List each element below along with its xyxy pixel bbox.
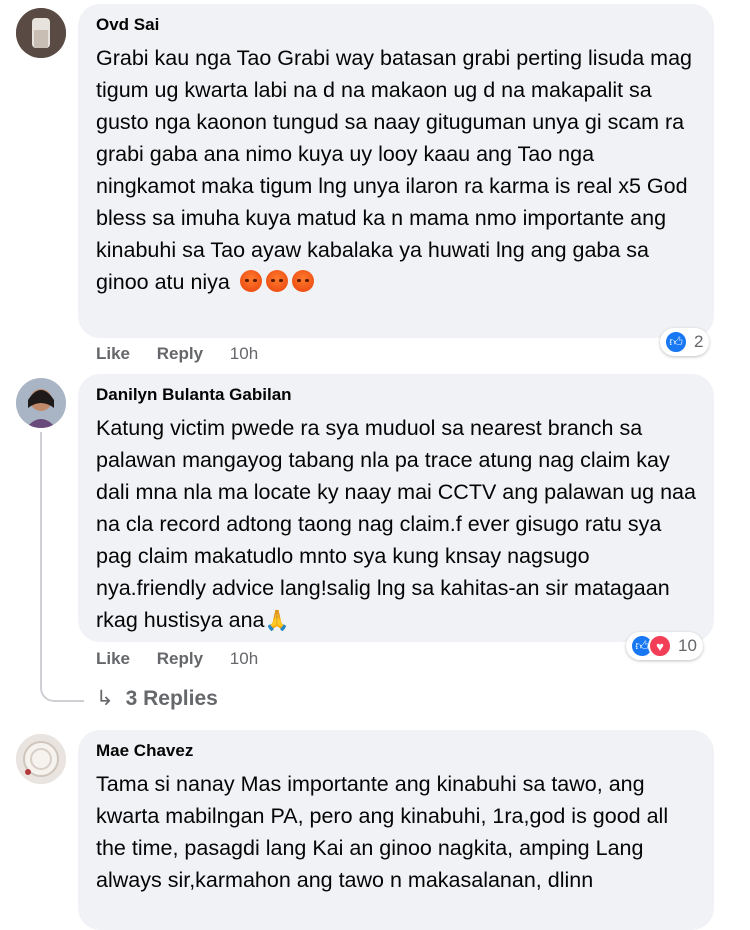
comment-bubble: Danilyn Bulanta Gabilan Katung victim pw… (78, 374, 714, 642)
like-reaction-icon: 👍︎ (664, 330, 688, 354)
reply-button[interactable]: Reply (157, 649, 203, 668)
avatar-image (16, 8, 66, 58)
comment-bubble: Ovd Sai Grabi kau nga Tao Grabi way bata… (78, 4, 714, 338)
comment-body: Katung victim pwede ra sya muduol sa nea… (96, 416, 696, 632)
reaction-summary[interactable]: 👍︎ ♥ 10 (626, 632, 703, 660)
thread-line-curve (40, 682, 84, 702)
like-button[interactable]: Like (96, 344, 130, 363)
reaction-count: 2 (694, 332, 704, 351)
comment-text: Grabi kau nga Tao Grabi way batasan grab… (96, 42, 698, 298)
comment-author[interactable]: Danilyn Bulanta Gabilan (96, 384, 698, 406)
replies-count: 3 Replies (125, 687, 218, 710)
avatar[interactable] (16, 734, 66, 784)
avatar[interactable] (16, 8, 66, 58)
comment-body: Grabi kau nga Tao Grabi way batasan grab… (96, 46, 692, 294)
like-button[interactable]: Like (96, 649, 130, 668)
comment-author[interactable]: Mae Chavez (96, 740, 698, 762)
comment-timestamp[interactable]: 10h (230, 344, 258, 363)
comment-timestamp[interactable]: 10h (230, 649, 258, 668)
view-replies-button[interactable]: ↳ 3 Replies (96, 686, 218, 711)
comment-author[interactable]: Ovd Sai (96, 14, 698, 36)
praying-hands-icon: 🙏 (264, 610, 290, 632)
comment-actions: Like Reply 10h (96, 649, 280, 669)
comment-text: Tama si nanay Mas importante ang kinabuh… (96, 772, 669, 892)
reply-button[interactable]: Reply (157, 344, 203, 363)
comment-actions: Like Reply 10h (96, 344, 280, 364)
comment-bubble: Mae Chavez Tama si nanay Mas importante … (78, 730, 714, 930)
avatar-image (16, 734, 66, 784)
angry-emoji-icon (265, 270, 288, 292)
angry-emoji-icon (239, 270, 262, 292)
thread-line (40, 432, 42, 682)
reply-arrow-icon: ↳ (96, 687, 114, 710)
comment-text: Katung victim pwede ra sya muduol sa nea… (96, 412, 698, 637)
angry-emoji-icon (291, 270, 314, 292)
avatar-image (16, 378, 66, 428)
reaction-count: 10 (678, 636, 697, 655)
avatar[interactable] (16, 378, 66, 428)
love-reaction-icon: ♥ (648, 634, 672, 658)
reaction-summary[interactable]: 👍︎ 2 (660, 328, 710, 356)
